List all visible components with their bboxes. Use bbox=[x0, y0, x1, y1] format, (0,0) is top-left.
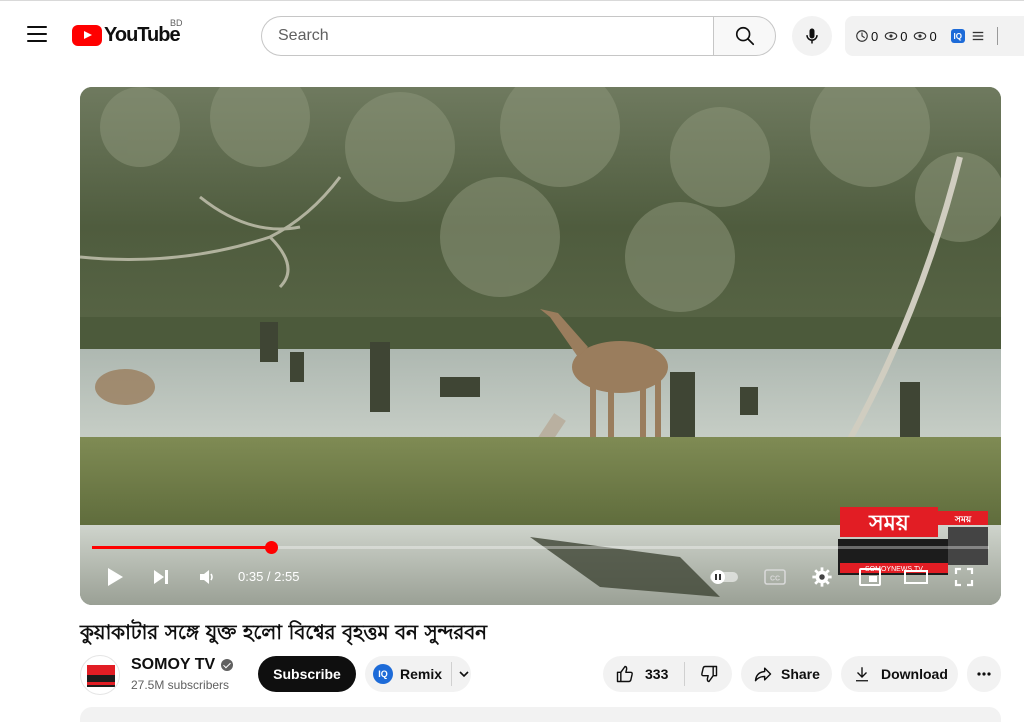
subscribe-button[interactable]: Subscribe bbox=[258, 656, 356, 692]
like-icon bbox=[616, 665, 633, 683]
time-display: 0:35 / 2:55 bbox=[238, 569, 300, 584]
progress-bar[interactable] bbox=[92, 541, 989, 554]
channel-name-text: SOMOY TV bbox=[131, 656, 216, 673]
like-dislike-group: 333 bbox=[603, 656, 732, 692]
youtube-logo[interactable]: YouTube BD bbox=[72, 18, 183, 47]
search-input[interactable] bbox=[262, 17, 713, 55]
progress-scrubber[interactable] bbox=[265, 541, 279, 554]
like-button[interactable]: 333 bbox=[603, 656, 668, 692]
autoplay-toggle-icon bbox=[710, 570, 738, 584]
extension-stat-views-2[interactable]: 0 bbox=[913, 28, 937, 44]
more-icon bbox=[977, 672, 991, 676]
extension-stat-time[interactable]: 0 bbox=[855, 29, 878, 44]
miniplayer-icon bbox=[859, 568, 881, 586]
settings-icon bbox=[812, 567, 832, 587]
channel-avatar[interactable] bbox=[80, 655, 120, 695]
share-icon bbox=[754, 667, 772, 682]
fullscreen-button[interactable] bbox=[950, 563, 978, 591]
video-title: কুয়াকাটার সঙ্গে যুক্ত হলো বিশ্বের বৃহত্… bbox=[80, 620, 487, 644]
country-code: BD bbox=[170, 18, 183, 28]
extension-stat-1: 0 bbox=[871, 28, 879, 44]
play-button[interactable] bbox=[102, 563, 128, 591]
extension-stat-3: 0 bbox=[929, 28, 937, 44]
share-button[interactable]: Share bbox=[741, 656, 832, 692]
miniplayer-button[interactable] bbox=[856, 563, 884, 591]
fullscreen-icon bbox=[954, 567, 974, 587]
theater-icon bbox=[904, 570, 928, 584]
remix-button[interactable]: IQ Remix bbox=[365, 656, 471, 692]
divider bbox=[451, 662, 453, 686]
progress-played bbox=[92, 546, 272, 549]
iq-icon[interactable]: IQ bbox=[950, 29, 965, 43]
download-button[interactable]: Download bbox=[841, 656, 958, 692]
dislike-button[interactable] bbox=[685, 656, 719, 692]
verified-icon bbox=[221, 659, 234, 671]
extension-stat-views[interactable]: 0 bbox=[884, 29, 907, 44]
more-actions-button[interactable] bbox=[967, 656, 1001, 692]
mute-button[interactable] bbox=[194, 563, 220, 591]
video-frame: সময় সময় SOMOYNEWS.TV bbox=[80, 87, 1001, 605]
player-controls: 0:35 / 2:55 CC bbox=[80, 541, 1001, 605]
divider bbox=[996, 27, 998, 45]
somoy-logo-icon bbox=[87, 665, 115, 687]
video-player[interactable]: সময় সময় SOMOYNEWS.TV 0:35 / 2:55 CC bbox=[80, 87, 1001, 605]
iq-icon: IQ bbox=[373, 664, 393, 684]
mic-icon bbox=[806, 28, 818, 44]
cc-icon: CC bbox=[764, 569, 786, 585]
share-label: Share bbox=[781, 666, 820, 682]
list-icon[interactable] bbox=[971, 29, 985, 43]
watermark-text: সময় bbox=[868, 511, 910, 536]
watermark-small: সময় bbox=[954, 515, 972, 525]
search-icon bbox=[735, 26, 754, 46]
extension-bar: 0 0 0 IQ bbox=[845, 16, 1024, 56]
top-bar: YouTube BD 0 0 0 IQ bbox=[0, 0, 1024, 70]
extension-stat-2: 0 bbox=[900, 28, 908, 44]
settings-button[interactable] bbox=[808, 563, 836, 591]
youtube-logo-icon bbox=[72, 25, 102, 46]
search-box bbox=[261, 16, 713, 56]
voice-search-button[interactable] bbox=[792, 16, 832, 56]
next-button[interactable] bbox=[148, 563, 174, 591]
theater-mode-button[interactable] bbox=[902, 563, 930, 591]
chevron-down-icon[interactable] bbox=[458, 668, 470, 680]
volume-icon bbox=[200, 570, 213, 584]
svg-text:CC: CC bbox=[770, 576, 780, 583]
clock-icon bbox=[856, 30, 868, 42]
autoplay-toggle[interactable] bbox=[706, 563, 742, 591]
logo-text: YouTube bbox=[104, 24, 181, 46]
eye-icon bbox=[914, 31, 927, 41]
menu-icon[interactable] bbox=[27, 26, 47, 42]
subscriber-count: 27.5M subscribers bbox=[131, 678, 230, 692]
like-count: 333 bbox=[645, 666, 669, 682]
dislike-icon bbox=[701, 665, 718, 683]
download-label: Download bbox=[881, 666, 948, 682]
channel-name[interactable]: SOMOY TV bbox=[131, 656, 234, 674]
next-icon bbox=[154, 570, 168, 584]
play-icon bbox=[108, 568, 123, 586]
description-box[interactable] bbox=[80, 707, 1001, 722]
eye-icon bbox=[884, 31, 898, 41]
captions-button[interactable]: CC bbox=[760, 563, 790, 591]
remix-label: Remix bbox=[400, 666, 443, 682]
search-button[interactable] bbox=[713, 16, 776, 56]
download-icon bbox=[856, 667, 868, 682]
